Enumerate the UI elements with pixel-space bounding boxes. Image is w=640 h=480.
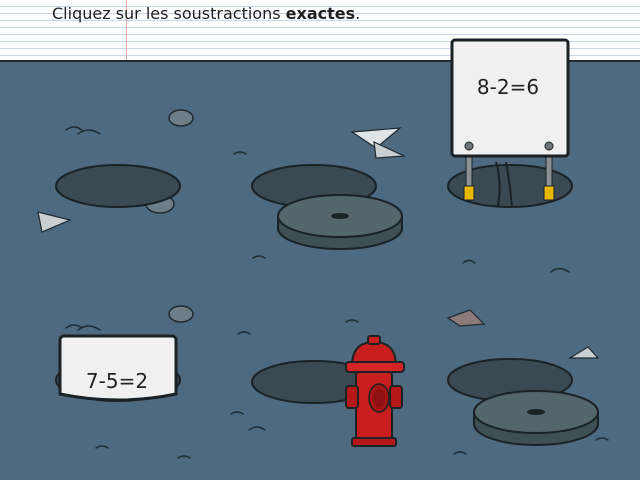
manhole-top-right[interactable]: 8-2=6	[447, 38, 573, 208]
manhole-top-center[interactable]	[251, 164, 403, 250]
street-scene: 8-2=6 7-5=2	[37, 38, 609, 459]
manhole-bottom-center[interactable]	[251, 335, 405, 447]
manhole-bottom-right[interactable]	[447, 358, 599, 446]
manhole-cover[interactable]	[277, 194, 403, 250]
paper-scrap	[37, 211, 72, 233]
manhole-cover[interactable]	[473, 390, 599, 446]
equation-label: 8-2=6	[477, 75, 539, 99]
fire-hydrant[interactable]	[345, 335, 405, 447]
paper-scrap	[446, 309, 486, 327]
manhole-bottom-left[interactable]: 7-5=2	[55, 334, 181, 402]
paper-scrap	[567, 346, 600, 359]
stone	[168, 109, 194, 127]
paper-scrap	[373, 140, 407, 159]
manhole-top-left[interactable]	[55, 164, 181, 208]
manhole-opening[interactable]	[55, 164, 181, 208]
game-stage: Cliquez sur les soustractions exactes. 8…	[0, 0, 640, 480]
equation-sign-bottom-left[interactable]: 7-5=2	[58, 334, 178, 402]
equation-label: 7-5=2	[86, 369, 148, 393]
stone	[168, 305, 194, 323]
